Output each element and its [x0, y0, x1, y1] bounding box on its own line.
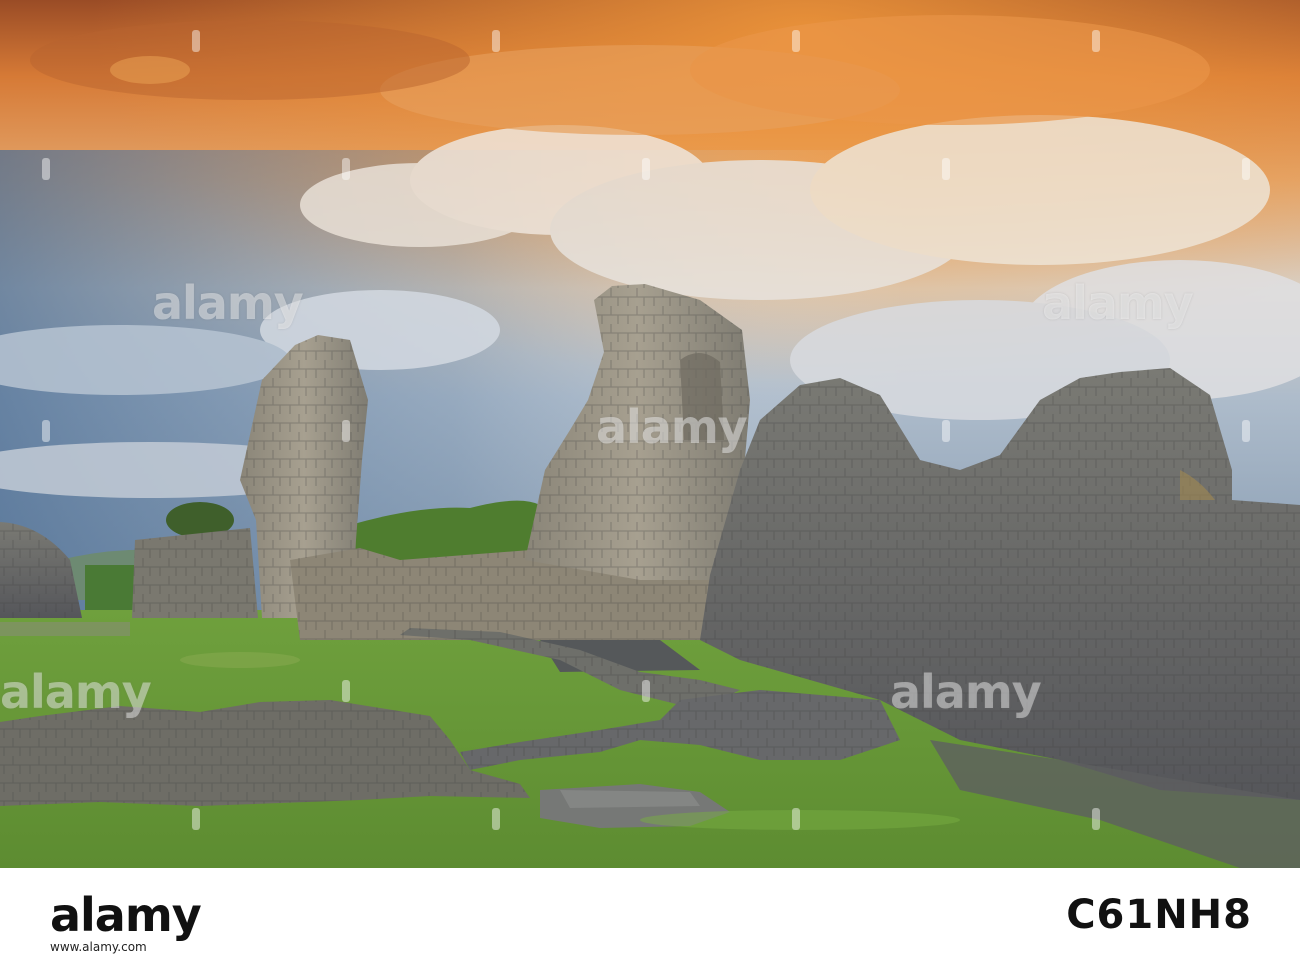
watermark-mark: [1092, 808, 1100, 830]
image-id: C61NH8: [1066, 892, 1252, 938]
watermark: alamy: [1042, 276, 1194, 330]
watermark-mark: [342, 420, 350, 442]
watermark: alamy: [596, 400, 748, 454]
site-url: www.alamy.com: [50, 940, 147, 954]
watermark-mark: [642, 680, 650, 702]
castle-ruins-photo: alamy alamy alamy alamy alamy: [0, 0, 1300, 868]
watermark-mark: [342, 158, 350, 180]
watermark-mark: [192, 30, 200, 52]
watermark: alamy: [890, 665, 1042, 719]
watermark-mark: [792, 30, 800, 52]
watermark-mark: [42, 158, 50, 180]
watermark-mark: [42, 420, 50, 442]
watermark-mark: [492, 30, 500, 52]
watermark-mark: [942, 158, 950, 180]
watermark-mark: [1242, 158, 1250, 180]
watermark-mark: [492, 808, 500, 830]
stock-footer-bar: alamy www.alamy.com C61NH8: [0, 868, 1300, 958]
watermark-mark: [942, 420, 950, 442]
watermark-mark: [192, 808, 200, 830]
watermark-mark: [792, 808, 800, 830]
alamy-logo: alamy: [50, 888, 202, 942]
watermark-mark: [342, 680, 350, 702]
watermark: alamy: [0, 665, 152, 719]
watermark-mark: [1242, 420, 1250, 442]
watermark-mark: [642, 158, 650, 180]
watermark: alamy: [152, 276, 304, 330]
watermark-mark: [1092, 30, 1100, 52]
